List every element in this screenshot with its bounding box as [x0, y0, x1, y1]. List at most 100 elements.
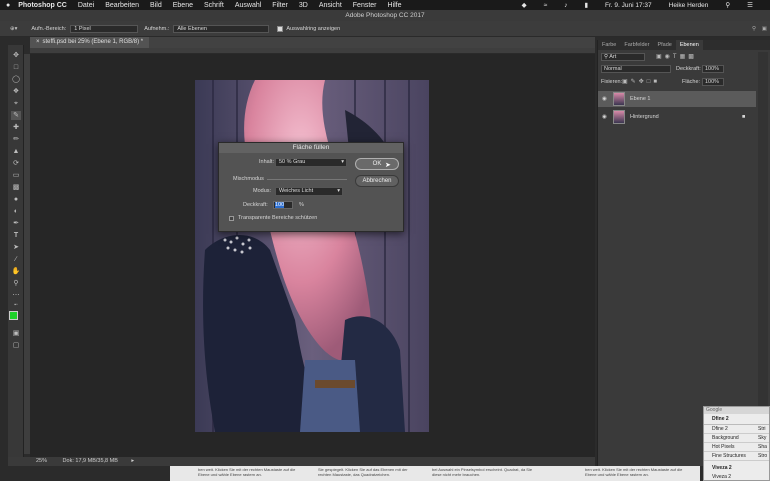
menu-datei[interactable]: Datei: [78, 2, 94, 9]
default-colors-icon[interactable]: ▪▫: [11, 301, 21, 310]
dropbox-icon[interactable]: ◆: [522, 1, 527, 9]
layer-filter-select[interactable]: ⚲ Art: [601, 53, 645, 61]
popup-row[interactable]: Hot Pixels Sha: [704, 443, 769, 452]
visibility-eye-icon[interactable]: ◉: [602, 109, 607, 125]
type-tool-icon[interactable]: T: [11, 231, 21, 240]
opacity-input-value: 100: [275, 202, 285, 208]
document-tab[interactable]: × steffi.psd bei 25% (Ebene 1, RGB/8) *: [30, 37, 150, 48]
apple-icon[interactable]: ●: [6, 2, 10, 9]
dodge-tool-icon[interactable]: ◐: [11, 207, 21, 216]
panel-scrollbar[interactable]: [758, 52, 768, 452]
menu-bild[interactable]: Bild: [150, 2, 162, 9]
popup-row[interactable]: Dfine 2 Stri: [704, 425, 769, 434]
canvas-photo[interactable]: [195, 80, 429, 432]
menu-filter[interactable]: Filter: [272, 2, 288, 9]
menubar-clock[interactable]: Fr. 9. Juni 17:37: [605, 2, 652, 9]
wifi-icon[interactable]: ≈: [544, 2, 548, 9]
layer-opacity-input[interactable]: 100%: [702, 65, 724, 73]
workspace-icon[interactable]: ▣: [762, 26, 767, 32]
popup-title: Google: [704, 407, 769, 414]
move-tool-icon[interactable]: ✥: [11, 51, 21, 60]
menu-app-name[interactable]: Photoshop CC: [18, 2, 67, 9]
menu-bearbeiten[interactable]: Bearbeiten: [105, 2, 139, 9]
opacity-label: Deckkraft:: [243, 202, 268, 208]
popup-row[interactable]: Fine Structures Stro: [704, 452, 769, 461]
sample-layers-label: Aufnehm.:: [144, 25, 170, 32]
popup-header[interactable]: Dfine 2: [704, 414, 769, 425]
clone-stamp-tool-icon[interactable]: ▲: [11, 147, 21, 156]
brush-tool-icon[interactable]: ✏: [11, 135, 21, 144]
mode-select[interactable]: Weiches Licht ▾: [275, 187, 343, 196]
tools-panel: ✥ □ ◯ ❖ ⌖ ✎ ✚ ✏ ▲ ⟳ ▭ ▩ ● ◐ ✒ T ➤ ∕ ✋ ⚲ …: [8, 45, 24, 457]
popup-footer-2[interactable]: Viveza 2: [704, 472, 769, 480]
lock-icon: ■: [742, 114, 746, 120]
tab-farbfelder[interactable]: Farbfelder: [620, 40, 653, 50]
popup-row-name: Dfine 2: [712, 426, 728, 432]
layers-panel: Farbe Farbfelder Pfade Ebenen ⚲ Art ▣◉T▦…: [597, 40, 770, 466]
tab-pfade[interactable]: Pfade: [653, 40, 675, 50]
layer-fill-input[interactable]: 100%: [702, 78, 724, 86]
menu-auswahl[interactable]: Auswahl: [235, 2, 261, 9]
battery-icon[interactable]: ▮: [584, 1, 588, 9]
layer-name[interactable]: Ebene 1: [630, 91, 651, 107]
healing-brush-tool-icon[interactable]: ✚: [11, 123, 21, 132]
lasso-tool-icon[interactable]: ◯: [11, 75, 21, 84]
lock-icons[interactable]: ▣✎✥□■: [622, 78, 660, 85]
status-menu-icon[interactable]: ▸: [131, 458, 134, 464]
search-icon[interactable]: ⚲: [725, 1, 730, 9]
ok-button[interactable]: OK: [355, 158, 399, 170]
line-tool-icon[interactable]: ∕: [11, 255, 21, 264]
history-brush-tool-icon[interactable]: ⟳: [11, 159, 21, 168]
menu-3d[interactable]: 3D: [299, 2, 308, 9]
cancel-button[interactable]: Abbrechen: [355, 175, 399, 187]
document-info[interactable]: Dok: 17,9 MB/35,8 MB: [63, 458, 118, 464]
gradient-tool-icon[interactable]: ▩: [11, 183, 21, 192]
menu-fenster[interactable]: Fenster: [353, 2, 377, 9]
zoom-tool-icon[interactable]: ⚲: [11, 279, 21, 288]
sample-size-select[interactable]: 1 Pixel: [70, 24, 139, 33]
hand-tool-icon[interactable]: ✋: [11, 267, 21, 276]
menu-schrift[interactable]: Schrift: [204, 2, 224, 9]
close-tab-icon[interactable]: ×: [36, 39, 40, 45]
eyedropper-tool-icon[interactable]: ✎: [11, 111, 21, 120]
volume-icon[interactable]: ♪: [564, 2, 567, 9]
layer-row[interactable]: ◉ Ebene 1: [598, 91, 756, 107]
tab-ebenen[interactable]: Ebenen: [675, 40, 703, 50]
quick-mask-icon[interactable]: ▣: [11, 329, 21, 338]
popup-footer[interactable]: Viveza 2: [704, 461, 769, 472]
menu-ansicht[interactable]: Ansicht: [319, 2, 342, 9]
tool-preset-icon[interactable]: ⊕▾: [10, 26, 17, 32]
blur-tool-icon[interactable]: ●: [11, 195, 21, 204]
visibility-eye-icon[interactable]: ◉: [602, 91, 607, 107]
marquee-tool-icon[interactable]: □: [11, 63, 21, 72]
foreground-color-swatch[interactable]: [9, 311, 18, 320]
blend-section-divider: [267, 179, 347, 180]
content-select[interactable]: 50 % Grau ▾: [275, 158, 347, 167]
layer-name[interactable]: Hintergrund: [630, 109, 659, 125]
search-icon[interactable]: ⚲: [752, 26, 756, 32]
opacity-input[interactable]: 100: [273, 201, 293, 209]
layer-fill-label: Fläche:: [682, 79, 701, 85]
blend-mode-value: Normal: [604, 66, 622, 72]
sampling-ring-checkbox[interactable]: [277, 25, 284, 32]
panel-tabs: Farbe Farbfelder Pfade Ebenen: [598, 40, 770, 50]
filter-icons[interactable]: ▣◉T▦▩: [656, 53, 697, 60]
menu-ebene[interactable]: Ebene: [173, 2, 193, 9]
sample-layers-select[interactable]: Alle Ebenen: [173, 24, 270, 33]
crop-tool-icon[interactable]: ⌖: [11, 99, 21, 108]
zoom-level[interactable]: 25%: [36, 458, 47, 464]
layer-row[interactable]: ◉ Hintergrund ■: [598, 109, 756, 125]
tab-farbe[interactable]: Farbe: [598, 40, 620, 50]
more-tools-icon[interactable]: ⋯: [11, 291, 21, 300]
screen-mode-icon[interactable]: ▢: [11, 341, 21, 350]
menu-hilfe[interactable]: Hilfe: [388, 2, 402, 9]
popup-row[interactable]: Background Sky: [704, 434, 769, 443]
path-select-tool-icon[interactable]: ➤: [11, 243, 21, 252]
eraser-tool-icon[interactable]: ▭: [11, 171, 21, 180]
blend-mode-select[interactable]: Normal: [601, 65, 671, 73]
preserve-transparency-checkbox[interactable]: [229, 216, 234, 221]
quick-select-tool-icon[interactable]: ❖: [11, 87, 21, 96]
menu-list-icon[interactable]: ☰: [747, 1, 753, 9]
menubar-user[interactable]: Heike Herden: [669, 2, 709, 9]
pen-tool-icon[interactable]: ✒: [11, 219, 21, 228]
